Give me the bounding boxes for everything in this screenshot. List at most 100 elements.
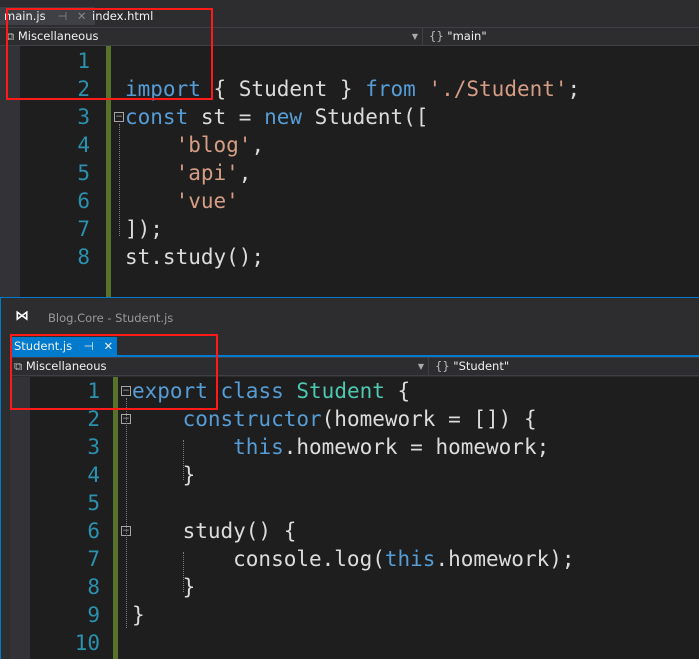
line-number: 8: [77, 245, 90, 269]
code-token: (homework = []) {: [321, 407, 537, 431]
code-token: console.log(: [132, 547, 385, 571]
code-line: this.homework = homework;: [132, 433, 549, 461]
tab-label: index.html: [92, 9, 154, 23]
close-icon[interactable]: ✕: [77, 9, 87, 23]
line-number: 4: [87, 463, 100, 487]
code-line: st.study();: [125, 243, 264, 271]
bottom-code-editor[interactable]: − − − 1 2 3 4 5 6 7 8 9 10 export class Student { …: [10, 377, 699, 659]
line-number: 5: [87, 491, 100, 515]
tab-label: main.js: [4, 9, 46, 23]
code-token: }: [132, 603, 145, 627]
code-token: }: [132, 575, 196, 599]
line-number: 2: [87, 407, 100, 431]
tab-student-js[interactable]: Student.js ⊣ ✕: [10, 337, 118, 355]
scope-label: "Student": [453, 359, 510, 373]
code-token: export: [132, 379, 208, 403]
code-line: }: [132, 573, 196, 601]
line-number: 9: [87, 603, 100, 627]
code-token: }: [132, 463, 196, 487]
code-token: from: [365, 77, 416, 101]
line-number: 8: [87, 575, 100, 599]
code-token: Student([: [302, 105, 429, 129]
fold-guide: [126, 398, 127, 628]
project-label: Miscellaneous: [17, 29, 99, 43]
top-tab-bar: main.js ⊣ ✕ index.html: [0, 0, 699, 28]
tab-index-html[interactable]: index.html: [88, 7, 157, 25]
line-number: 6: [87, 519, 100, 543]
code-token: ;: [567, 77, 581, 101]
code-line: study() {: [132, 517, 297, 545]
change-indicator: [113, 377, 118, 659]
fold-guide: [119, 124, 120, 236]
code-token: 'api': [175, 161, 239, 185]
scope-dropdown[interactable]: {} "main": [425, 28, 699, 45]
code-token: const: [125, 105, 189, 129]
code-line: }: [132, 601, 145, 629]
code-token: ,: [238, 161, 252, 185]
code-token: this: [233, 435, 284, 459]
project-icon: ⧉: [14, 359, 23, 373]
project-dropdown[interactable]: ⧉ Miscellaneous ▼: [0, 28, 423, 45]
code-token: ,: [251, 133, 265, 157]
code-token: class: [220, 379, 284, 403]
vs-logo-icon: ⋈: [15, 308, 29, 324]
code-token: st =: [188, 105, 265, 129]
tab-label: Student.js: [14, 339, 73, 353]
code-token: st.study();: [125, 245, 265, 269]
change-indicator: [106, 46, 111, 298]
bottom-navigation-bar: ⧉ Miscellaneous ▼ {} "Student": [10, 357, 699, 376]
line-number: 1: [87, 379, 100, 403]
window-title: Blog.Core - Student.js: [48, 311, 174, 325]
line-number: 10: [74, 631, 100, 655]
code-token: constructor: [182, 407, 322, 431]
pin-icon[interactable]: ⊣: [84, 339, 94, 353]
top-code-editor[interactable]: − 1 2 3 4 5 6 7 8 import { Student } from './Stu…: [0, 46, 699, 298]
line-number: 7: [77, 217, 90, 241]
scope-label: "main": [447, 29, 487, 43]
code-token: 'vue': [175, 189, 239, 213]
code-token: {: [384, 379, 411, 403]
code-token: .homework = homework;: [283, 435, 550, 459]
code-token: new: [264, 105, 303, 129]
code-token: { Student }: [200, 77, 366, 101]
collapse-icon[interactable]: −: [114, 112, 124, 122]
scope-icon: {}: [429, 29, 444, 43]
code-token: .homework);: [435, 547, 575, 571]
code-line: 'vue': [125, 187, 239, 215]
code-line: const st = new Student([: [125, 103, 428, 131]
collapse-icon[interactable]: −: [121, 386, 131, 396]
pin-icon[interactable]: ⊣: [57, 9, 67, 23]
project-icon: ⧉: [6, 29, 15, 43]
chevron-down-icon: ▼: [411, 32, 418, 41]
code-line: ]);: [125, 215, 163, 243]
line-number: 6: [77, 189, 90, 213]
code-line: }: [132, 461, 196, 489]
tab-main-js[interactable]: main.js ⊣ ✕: [0, 7, 95, 25]
line-number: 3: [87, 435, 100, 459]
project-label: Miscellaneous: [25, 359, 107, 373]
project-dropdown[interactable]: ⧉ Miscellaneous ▼: [10, 358, 429, 375]
code-token: ]);: [125, 217, 163, 241]
code-line: constructor(homework = []) {: [132, 405, 537, 433]
line-number: 4: [77, 133, 90, 157]
chevron-down-icon: ▼: [417, 362, 424, 371]
scope-icon: {}: [435, 359, 450, 373]
code-token: 'blog': [175, 133, 252, 157]
close-icon[interactable]: ✕: [103, 339, 113, 353]
code-token: import: [125, 77, 201, 101]
line-number: 3: [77, 105, 90, 129]
scope-dropdown[interactable]: {} "Student": [431, 358, 699, 375]
code-line: export class Student {: [132, 377, 410, 405]
code-line: console.log(this.homework);: [132, 545, 575, 573]
line-number: 1: [77, 49, 90, 73]
code-token: './Student': [428, 77, 568, 101]
code-token: study() {: [132, 519, 297, 543]
